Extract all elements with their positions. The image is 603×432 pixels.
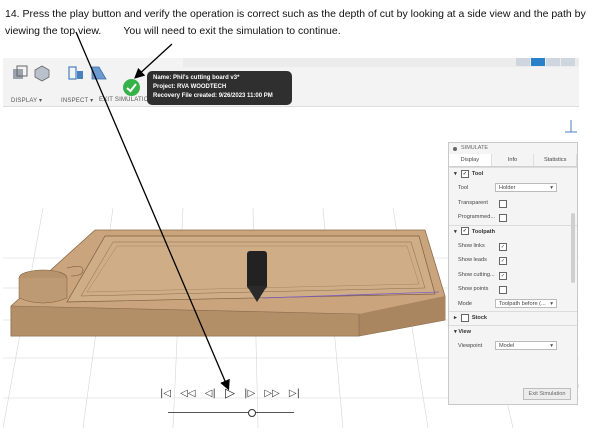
inspect-menu[interactable]: INSPECT ▾ xyxy=(61,97,93,104)
mode-row: Mode Toolpath before (... ▾ xyxy=(449,297,577,312)
playback-timeline[interactable] xyxy=(168,412,294,413)
window-buttons xyxy=(516,58,575,66)
show-links-row: Show links ✓ xyxy=(458,242,507,251)
toolpath-checkbox[interactable]: ✓ xyxy=(460,227,469,236)
programmed-checkbox[interactable] xyxy=(499,214,507,222)
window-button[interactable] xyxy=(546,58,560,66)
toolpath-section-header[interactable]: ▾ ✓ Toolpath xyxy=(449,224,577,239)
show-links-checkbox[interactable]: ✓ xyxy=(499,242,507,251)
exit-simulation-panel-button[interactable]: Exit Simulation xyxy=(523,388,571,400)
display-mode-icon[interactable] xyxy=(11,63,31,83)
instruction-text: 14. Press the play button and verify the… xyxy=(5,6,600,40)
tab-statistics[interactable]: Statistics xyxy=(534,154,578,166)
window-button[interactable] xyxy=(516,58,530,66)
mode-select[interactable]: Toolpath before (... ▾ xyxy=(495,298,557,308)
show-points-row: Show points xyxy=(449,282,577,297)
tool-checkbox[interactable]: ✓ xyxy=(460,169,469,178)
viewpoint-select[interactable]: Model ▾ xyxy=(495,341,557,350)
view-cube-icon[interactable] xyxy=(565,120,577,133)
tooltip-project: Project: RVA WOODTECH xyxy=(153,84,227,90)
playback-controls: |◁ ◁◁ ◁| ▷ |▷ ▷▷ ▷| xyxy=(160,386,300,401)
tool-select[interactable]: Holder ▾ xyxy=(495,183,557,192)
cutting-board-model xyxy=(10,229,446,337)
tool-row: Tool Holder ▾ xyxy=(449,181,577,196)
inspect-section-icon[interactable] xyxy=(89,63,109,83)
programmed-row: Programmed... xyxy=(449,210,577,225)
panel-title: SIMULATE xyxy=(449,143,577,154)
timeline-thumb[interactable] xyxy=(248,409,256,417)
display-menu[interactable]: DISPLAY ▾ xyxy=(11,97,42,104)
instruction-part2: You will need to exit the simulation to … xyxy=(123,25,341,37)
simulate-panel: SIMULATE Display Info Statistics ▾ ✓ Tool … xyxy=(448,142,578,405)
tooltip-name: Name: Phil's cutting board v3* xyxy=(153,75,240,81)
show-points-checkbox[interactable] xyxy=(499,286,507,294)
panel-tabs: Display Info Statistics xyxy=(449,154,578,167)
tab-display[interactable]: Display xyxy=(449,154,492,166)
window-button[interactable] xyxy=(561,58,575,66)
tab-info[interactable]: Info xyxy=(492,154,535,166)
viewpoint-row: Viewpoint Model ▾ xyxy=(449,339,577,354)
window-button-active[interactable] xyxy=(531,58,545,66)
stock-section-header[interactable]: ▸ Stock xyxy=(449,311,577,325)
skip-end-icon[interactable]: ▷| xyxy=(289,388,300,399)
cam-viewport[interactable]: DISPLAY ▾ INSPECT ▾ EXIT SIMULATION Name… xyxy=(3,58,579,428)
stock-checkbox[interactable] xyxy=(460,313,469,322)
step-forward-icon[interactable]: |▷ xyxy=(244,388,255,399)
exit-simulation-button[interactable]: EXIT SIMULATION xyxy=(99,97,153,103)
tooltip-recovery: Recovery File created: 9/26/2023 11:00 P… xyxy=(153,93,273,99)
exit-simulation-check-icon[interactable] xyxy=(123,79,140,96)
tool-section-header[interactable]: ▾ ✓ Tool xyxy=(449,167,577,181)
step-back-icon[interactable]: ◁| xyxy=(205,388,216,399)
stock-display-icon[interactable] xyxy=(32,63,52,83)
play-icon[interactable]: ▷ xyxy=(225,386,235,401)
show-leads-checkbox[interactable]: ✓ xyxy=(499,257,507,265)
show-leads-row: Show leads ✓ xyxy=(458,257,507,265)
panel-scrollbar[interactable] xyxy=(571,213,575,283)
step-back-all-icon[interactable]: ◁◁ xyxy=(180,388,195,399)
transparent-row: Transparent xyxy=(449,196,577,211)
file-info-tooltip: Name: Phil's cutting board v3* Project: … xyxy=(147,71,292,105)
step-forward-all-icon[interactable]: ▷▷ xyxy=(264,388,279,399)
view-section-header[interactable]: ▾ View xyxy=(449,325,577,339)
show-cutting-row: Show cutting... ✓ xyxy=(458,271,507,280)
title-strip xyxy=(183,58,579,67)
show-cutting-checkbox[interactable]: ✓ xyxy=(499,271,507,280)
inspect-measure-icon[interactable] xyxy=(66,63,86,83)
transparent-checkbox[interactable] xyxy=(499,199,507,208)
skip-start-icon[interactable]: |◁ xyxy=(160,388,171,399)
